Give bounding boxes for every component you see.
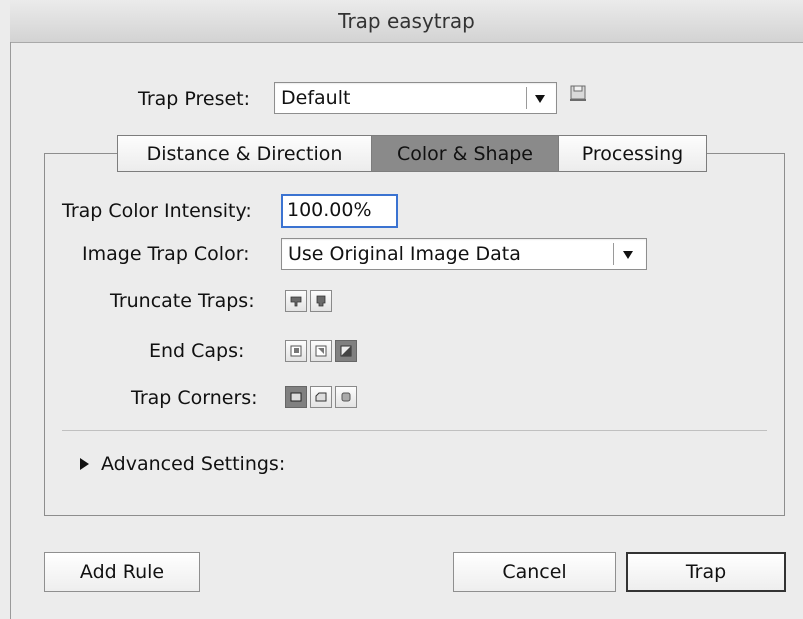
add-rule-button[interactable]: Add Rule (44, 552, 200, 592)
chevron-down-icon (618, 244, 638, 266)
mitered-corner-icon[interactable] (285, 386, 307, 408)
trap-button[interactable]: Trap (626, 552, 786, 592)
image-trap-color-select[interactable]: Use Original Image Data (281, 238, 647, 270)
chevron-down-icon (530, 88, 550, 110)
trap-preset-value: Default (281, 87, 351, 109)
rounded-corner-icon[interactable] (335, 386, 357, 408)
trap-corners-group (285, 386, 357, 408)
cancel-button[interactable]: Cancel (453, 552, 616, 592)
trap-color-intensity-label: Trap Color Intensity: (62, 200, 252, 222)
tab-processing[interactable]: Processing (558, 136, 706, 171)
truncate-traps-label: Truncate Traps: (110, 290, 255, 312)
truncate-traps-group (285, 290, 332, 312)
trap-preset-select[interactable]: Default (274, 82, 557, 114)
image-trap-color-label: Image Trap Color: (82, 243, 250, 265)
save-preset-icon[interactable] (567, 82, 589, 104)
window-titlebar: Trap easytrap (10, 0, 803, 43)
tab-distance-direction[interactable]: Distance & Direction (118, 136, 371, 171)
tab-bar: Distance & Direction Color & Shape Proce… (117, 135, 707, 172)
end-cap-icon-1[interactable] (285, 340, 307, 362)
end-cap-icon-2[interactable] (310, 340, 332, 362)
end-cap-icon-3[interactable] (335, 340, 357, 362)
section-divider (62, 430, 767, 431)
window-edge (10, 42, 11, 619)
truncate-trap-icon[interactable] (285, 290, 307, 312)
window-title: Trap easytrap (338, 9, 475, 33)
image-trap-color-value: Use Original Image Data (288, 243, 521, 265)
no-truncate-trap-icon[interactable] (310, 290, 332, 312)
trap-preset-label: Trap Preset: (138, 88, 251, 110)
advanced-settings-disclosure[interactable]: Advanced Settings: (80, 453, 285, 475)
disclosure-triangle-icon[interactable] (80, 458, 89, 470)
trap-color-intensity-input[interactable]: 100.00% (281, 194, 398, 228)
end-caps-group (285, 340, 357, 362)
tab-color-shape[interactable]: Color & Shape (371, 136, 558, 171)
beveled-corner-icon[interactable] (310, 386, 332, 408)
advanced-settings-label: Advanced Settings: (101, 453, 286, 475)
trap-corners-label: Trap Corners: (131, 387, 258, 409)
end-caps-label: End Caps: (149, 340, 245, 362)
